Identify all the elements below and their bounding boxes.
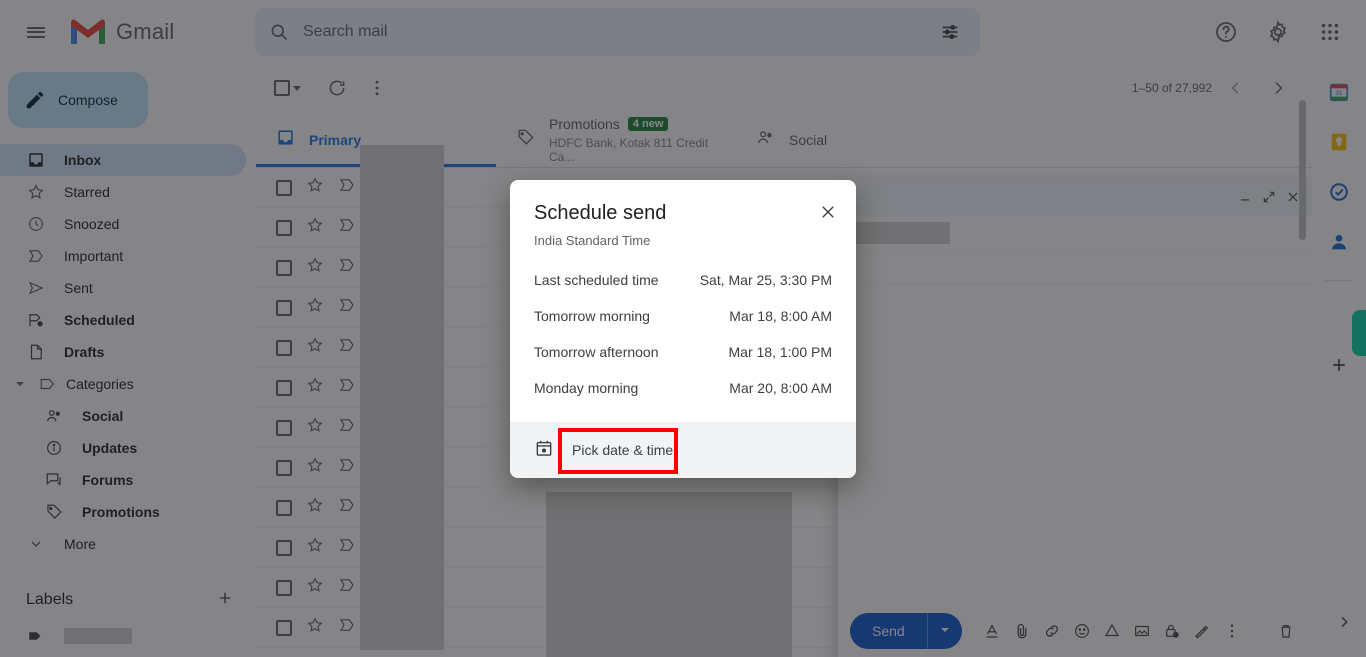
- dialog-footer: Pick date & time: [510, 422, 856, 478]
- close-icon[interactable]: [816, 200, 840, 224]
- schedule-option-last-scheduled[interactable]: Last scheduled time Sat, Mar 25, 3:30 PM: [534, 262, 832, 298]
- schedule-options-list: Last scheduled time Sat, Mar 25, 3:30 PM…: [510, 248, 856, 406]
- pick-date-time-button[interactable]: Pick date & time: [564, 436, 681, 464]
- dialog-timezone: India Standard Time: [534, 233, 651, 248]
- schedule-option-tomorrow-morning[interactable]: Tomorrow morning Mar 18, 8:00 AM: [534, 298, 832, 334]
- schedule-send-dialog: Schedule send India Standard Time Last s…: [510, 180, 856, 478]
- calendar-icon: [534, 438, 554, 463]
- option-time: Mar 18, 8:00 AM: [729, 308, 832, 324]
- option-time: Mar 20, 8:00 AM: [729, 380, 832, 396]
- option-time: Sat, Mar 25, 3:30 PM: [699, 272, 832, 288]
- option-label: Last scheduled time: [534, 272, 659, 288]
- dialog-title: Schedule send: [534, 202, 667, 224]
- option-label: Tomorrow afternoon: [534, 344, 659, 360]
- schedule-option-monday-morning[interactable]: Monday morning Mar 20, 8:00 AM: [534, 370, 832, 406]
- option-label: Tomorrow morning: [534, 308, 650, 324]
- option-time: Mar 18, 1:00 PM: [728, 344, 833, 360]
- schedule-option-tomorrow-afternoon[interactable]: Tomorrow afternoon Mar 18, 1:00 PM: [534, 334, 832, 370]
- option-label: Monday morning: [534, 380, 639, 396]
- gmail-app-window: Gmail: [0, 0, 1366, 657]
- dialog-header: Schedule send India Standard Time: [510, 180, 856, 248]
